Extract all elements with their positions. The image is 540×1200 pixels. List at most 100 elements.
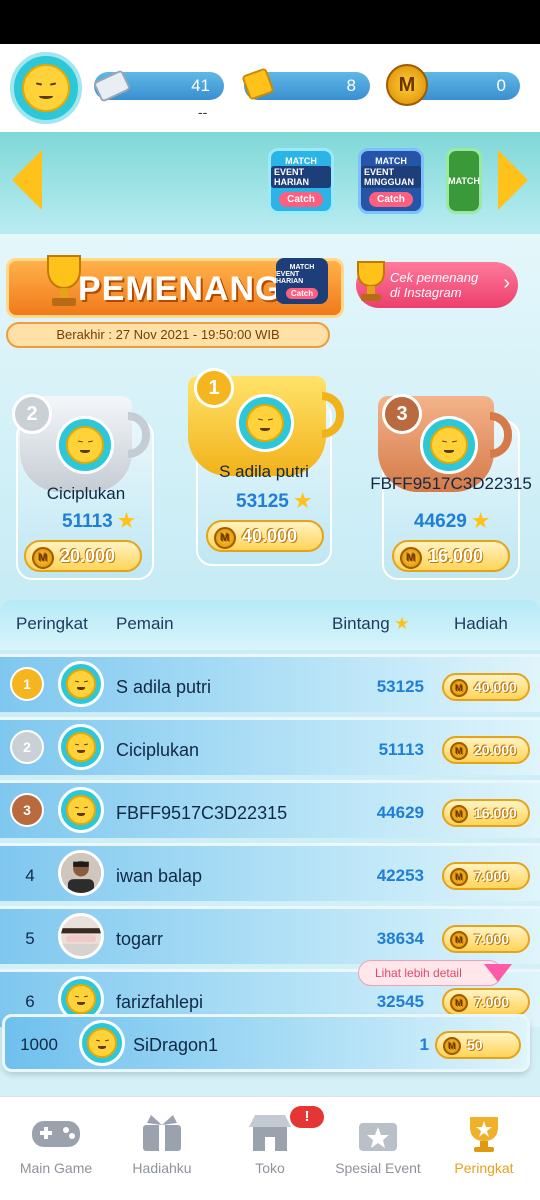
- row-player-name: iwan balap: [116, 866, 203, 886]
- carousel-prev-arrow-icon[interactable]: [12, 150, 42, 210]
- expand-triangle-icon[interactable]: [484, 964, 512, 982]
- carousel-next-arrow-icon[interactable]: [498, 150, 528, 210]
- row-prize: M 7.000: [442, 925, 530, 953]
- star-icon: ★: [118, 511, 136, 532]
- avatar: [58, 661, 104, 707]
- podium-stars-1: 53125 ★: [236, 491, 312, 512]
- nav-peringkat[interactable]: Peringkat: [430, 1112, 538, 1176]
- coin-icon: M: [400, 547, 422, 569]
- nav-label: Main Game: [19, 1160, 93, 1176]
- event-badge: MATCH: [285, 155, 317, 166]
- avatar-face-icon: [66, 984, 96, 1014]
- star-icon: ★: [394, 614, 410, 633]
- row-stars: 44629: [376, 803, 424, 822]
- badge-catch: Catch: [285, 287, 319, 299]
- event-thumb-partial[interactable]: MATCH: [446, 148, 482, 214]
- ticket-sub-text: --: [198, 104, 208, 120]
- header-rank: Peringkat: [16, 614, 88, 633]
- my-rank-row[interactable]: 1000 SiDragon1 1 M 50: [2, 1014, 530, 1072]
- event-thumb-mingguan[interactable]: MATCH EVENT MINGGUAN Catch: [358, 148, 424, 214]
- gold-medal-icon: 1: [10, 667, 44, 701]
- gold-ticket-count: 8: [346, 76, 356, 95]
- small-trophy-icon: [357, 261, 385, 301]
- header-prize: Hadiah: [454, 614, 508, 633]
- silver-medal-icon: 2: [12, 394, 52, 434]
- podium-avatar-2[interactable]: [56, 416, 114, 474]
- star-icon: ★: [472, 511, 490, 532]
- event-badge: MATCH: [375, 155, 407, 166]
- badge-title: EVENT HARIAN: [276, 270, 304, 285]
- row-player-name: S adila putri: [116, 677, 212, 697]
- instagram-line1: Cek pemenang: [390, 270, 479, 285]
- row-player-name: FBFF9517C3D22315: [116, 803, 288, 823]
- status-bar: [0, 0, 540, 44]
- row-prize: M 7.000: [442, 862, 530, 890]
- trophy-icon: [458, 1112, 510, 1154]
- nav-main-game[interactable]: Main Game: [2, 1112, 110, 1176]
- coin-icon: M: [32, 547, 54, 569]
- coin-icon: M: [214, 527, 236, 549]
- special-event-icon: [352, 1112, 404, 1154]
- nav-hadiahku[interactable]: Hadiahku: [108, 1112, 216, 1176]
- row-player-name: Ciciplukan: [116, 740, 200, 760]
- row-stars: 51113: [378, 740, 424, 759]
- see-more-detail-tooltip[interactable]: Lihat lebih detail: [358, 960, 502, 986]
- nav-label: Toko: [255, 1160, 285, 1176]
- avatar-face-icon: [87, 1028, 117, 1058]
- avatar: [58, 787, 104, 833]
- podium-prize-1: M 40.000: [206, 520, 324, 552]
- avatar-face-icon: [66, 732, 96, 762]
- event-title: EVENT HARIAN: [271, 165, 331, 188]
- avatar-photo: [58, 913, 104, 959]
- bronze-medal-icon: 3: [10, 793, 44, 827]
- avatar-face-icon: [246, 404, 284, 442]
- event-title: EVENT MINGGUAN: [361, 165, 421, 188]
- podium-stars-3: 44629 ★: [414, 511, 490, 532]
- leaderboard-header: Peringkat Pemain Bintang ★ Hadiah: [0, 600, 540, 650]
- avatar-photo: [58, 850, 104, 896]
- row-stars: 53125: [376, 677, 424, 696]
- avatar-face-icon: [66, 795, 96, 825]
- row-prize: M 20.000: [442, 736, 530, 764]
- table-row[interactable]: 3 FBFF9517C3D22315 44629 M 16.000: [0, 780, 540, 838]
- podium-avatar-3[interactable]: [420, 416, 478, 474]
- podium-name-1: S adila putri: [219, 462, 309, 481]
- star-icon: ★: [294, 491, 312, 512]
- table-row[interactable]: 1 S adila putri 53125 M 40.000: [0, 654, 540, 712]
- podium-prize-2: M 20.000: [24, 540, 142, 572]
- toko-alert-badge: !: [290, 1106, 324, 1128]
- badge-top: MATCH: [289, 263, 315, 271]
- gold-medal-icon: 1: [194, 368, 234, 408]
- winner-banner-title: PEMENANG: [78, 270, 283, 308]
- row-stars: 42253: [376, 866, 424, 885]
- event-catch-button: Catch: [279, 191, 323, 207]
- coin-count: 0: [496, 76, 506, 95]
- row-rank: 5: [25, 929, 35, 948]
- my-stars: 1: [419, 1035, 429, 1054]
- row-prize: M 16.000: [442, 799, 530, 827]
- row-player-name: togarr: [116, 929, 164, 949]
- my-rank: 1000: [20, 1035, 58, 1054]
- avatar-face-icon: [430, 426, 468, 464]
- row-player-name: farizfahlepi: [116, 992, 204, 1012]
- event-badge: MATCH: [448, 176, 480, 186]
- profile-avatar[interactable]: [10, 52, 82, 124]
- chevron-right-icon: ›: [503, 272, 510, 294]
- bronze-medal-icon: 3: [382, 394, 422, 434]
- event-thumb-harian[interactable]: MATCH EVENT HARIAN Catch: [268, 148, 334, 214]
- instagram-line2: di Instagram: [390, 285, 462, 300]
- avatar-face-icon: [66, 426, 104, 464]
- row-rank: 4: [25, 866, 35, 885]
- avatar-face-icon: [22, 64, 70, 112]
- nav-spesial-event[interactable]: Spesial Event: [324, 1112, 432, 1176]
- coin-icon: M: [443, 1037, 461, 1055]
- coin-icon: M: [450, 994, 468, 1012]
- table-row[interactable]: 4 iwan balap 42253 M 7.000: [0, 843, 540, 901]
- table-row[interactable]: 2 Ciciplukan 51113 M 20.000: [0, 717, 540, 775]
- gold-ticket-icon: [236, 62, 280, 106]
- header-player: Pemain: [116, 614, 174, 633]
- gamepad-icon: [30, 1112, 82, 1154]
- table-row[interactable]: 5 togarr 38634 M 7.000: [0, 906, 540, 964]
- podium-name-3: FBFF9517C3D22315: [370, 474, 532, 493]
- podium-avatar-1[interactable]: [236, 394, 294, 452]
